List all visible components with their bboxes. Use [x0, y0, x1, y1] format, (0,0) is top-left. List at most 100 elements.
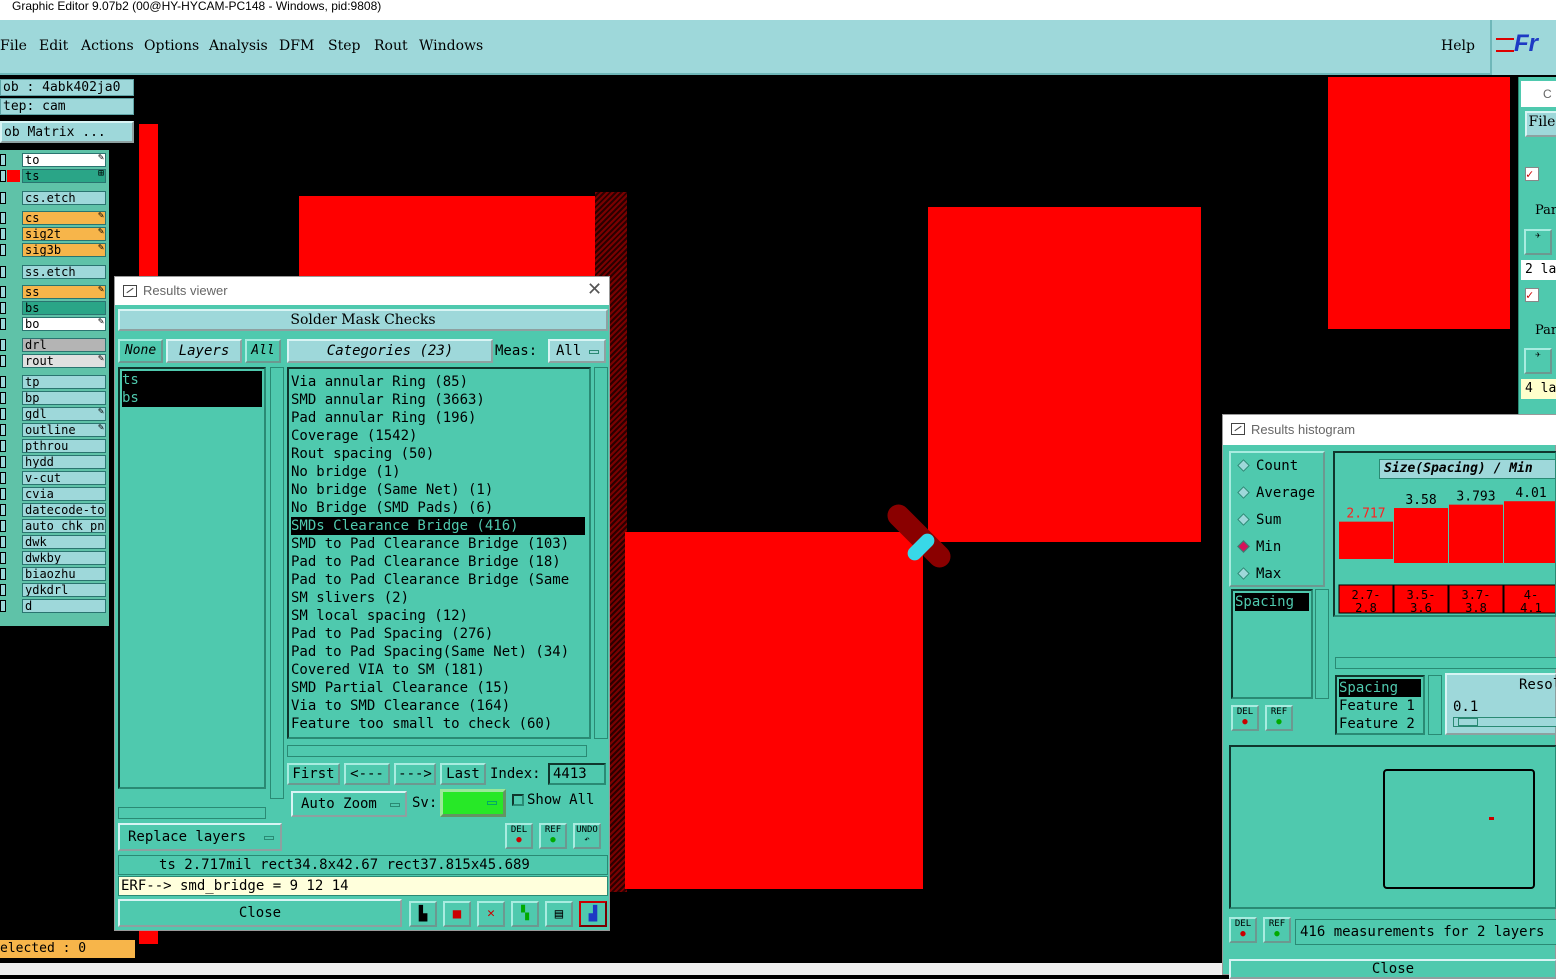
layer-checkbox[interactable] [0, 376, 6, 388]
close-button[interactable]: Close [118, 899, 402, 927]
layer-name[interactable]: d [22, 599, 106, 613]
category-item[interactable]: SMD Partial Clearance (15) [291, 679, 510, 697]
layer-name[interactable]: hydd [22, 455, 106, 469]
layer-checkbox[interactable] [0, 408, 6, 420]
mode-average[interactable]: Average [1237, 484, 1315, 502]
flag-icon[interactable]: ▙ [409, 901, 437, 927]
layer-checkbox[interactable] [0, 552, 6, 564]
layer-row-bp[interactable]: bp [0, 391, 106, 405]
stats-icon[interactable]: ▚ [511, 901, 539, 927]
menu-options[interactable]: Options [144, 38, 199, 54]
category-item[interactable]: No bridge (1) [291, 463, 401, 481]
histogram-bar[interactable] [1504, 501, 1556, 563]
layer-name[interactable]: dwkby [22, 551, 106, 565]
layer-checkbox[interactable] [0, 192, 6, 204]
layers-all-button[interactable]: All [245, 339, 281, 363]
show-all-checkbox[interactable] [512, 794, 524, 806]
layer-checkbox[interactable] [0, 266, 6, 278]
mode-sum[interactable]: Sum [1237, 511, 1281, 529]
layer-checkbox[interactable] [0, 584, 6, 596]
categories-hscrollbar[interactable] [287, 745, 587, 757]
layer-checkbox[interactable] [0, 440, 6, 452]
layer-name[interactable]: cvia [22, 487, 106, 501]
layer-name[interactable]: bs [22, 301, 106, 315]
hist-del-button[interactable]: DEL ● [1231, 705, 1259, 731]
layer-name[interactable]: cs [22, 211, 106, 225]
layer-checkbox[interactable] [0, 244, 6, 256]
histogram-icon[interactable]: ▟ [579, 901, 607, 927]
layer-item-ts[interactable]: ts [122, 371, 262, 389]
category-item[interactable]: No Bridge (SMD Pads) (6) [291, 499, 493, 517]
layer-name[interactable]: rout [22, 354, 106, 368]
layer-name[interactable]: v-cut [22, 471, 106, 485]
layer-row-tp[interactable]: tp [0, 375, 106, 389]
layer-name[interactable]: gdl [22, 407, 106, 421]
layer-row-to[interactable]: to ✎ [0, 152, 106, 167]
layer-name[interactable]: outline [22, 423, 106, 437]
field-spacing[interactable]: Spacing [1235, 593, 1309, 611]
layer-row-ydkdrl[interactable]: ydkdrl [0, 583, 106, 597]
layer-row-bo[interactable]: bo ✎ [0, 316, 106, 331]
menu-file[interactable]: File [0, 38, 27, 54]
index-input[interactable]: 4413 [548, 763, 606, 785]
layer-checkbox[interactable] [0, 212, 6, 224]
category-item[interactable]: Pad annular Ring (196) [291, 409, 476, 427]
layer-name[interactable]: ydkdrl [22, 583, 106, 597]
menu-help[interactable]: Help [1441, 38, 1475, 54]
layer-row-cs-etch[interactable]: cs.etch [0, 191, 106, 205]
del-button[interactable]: DEL ● [505, 823, 533, 849]
histogram-hscrollbar[interactable] [1335, 657, 1556, 669]
meas-dropdown[interactable]: All [548, 339, 606, 363]
layer-name[interactable]: bo [22, 317, 106, 331]
layer-checkbox[interactable] [0, 472, 6, 484]
layer-checkbox[interactable] [0, 286, 6, 298]
sort-scrollbar[interactable] [1428, 675, 1442, 735]
menu-edit[interactable]: Edit [39, 38, 68, 54]
sort-feature-2[interactable]: Feature 2 [1339, 715, 1415, 733]
checkbox-icon[interactable]: ✓ [1525, 167, 1539, 181]
categories-scrollbar[interactable] [594, 367, 608, 739]
layer-name[interactable]: auto_chk_pn [22, 519, 106, 533]
menu-analysis[interactable]: Analysis [209, 38, 268, 54]
histogram-bar[interactable] [1339, 521, 1393, 559]
last-button[interactable]: Last [440, 763, 486, 785]
category-item[interactable]: Via annular Ring (85) [291, 373, 468, 391]
replace-layers-dropdown[interactable]: Replace layers [118, 823, 282, 851]
close-icon[interactable]: ✕ [587, 279, 602, 300]
notes-icon[interactable]: ▤ [545, 901, 573, 927]
layers-hscrollbar[interactable] [118, 807, 266, 819]
field-scrollbar[interactable] [1315, 589, 1329, 699]
layer-row-outline[interactable]: outline ✎ [0, 422, 106, 437]
run-icon[interactable]: ✈ [1524, 229, 1552, 255]
layer-checkbox[interactable] [0, 355, 6, 367]
category-item[interactable]: Coverage (1542) [291, 427, 417, 445]
auto-zoom-dropdown[interactable]: Auto Zoom [291, 791, 407, 817]
layer-checkbox[interactable] [0, 536, 6, 548]
layer-checkbox[interactable] [0, 504, 6, 516]
layer-name[interactable]: ts [22, 169, 106, 183]
category-item[interactable]: Covered VIA to SM (181) [291, 661, 485, 679]
layer-item-bs[interactable]: bs [122, 389, 262, 407]
layer-row-biaozhu[interactable]: biaozhu [0, 567, 106, 581]
field-listbox[interactable]: Spacing [1231, 589, 1313, 699]
layer-row-v-cut[interactable]: v-cut [0, 471, 106, 485]
layer-checkbox[interactable] [0, 456, 6, 468]
layer-row-pthrou[interactable]: pthrou [0, 439, 106, 453]
layer-row-dwkby[interactable]: dwkby [0, 551, 106, 565]
category-item[interactable]: Pad to Pad Clearance Bridge (18) [291, 553, 561, 571]
resolution-slider[interactable] [1453, 717, 1556, 727]
hist-close-button[interactable]: Close [1229, 959, 1556, 979]
mode-max[interactable]: Max [1237, 565, 1281, 583]
layer-name[interactable]: dwk [22, 535, 106, 549]
layer-row-ss[interactable]: ss ✎ [0, 284, 106, 299]
layer-row-hydd[interactable]: hydd [0, 455, 106, 469]
layer-row-datecode-to[interactable]: datecode-to [0, 503, 106, 517]
mode-count[interactable]: Count [1237, 457, 1298, 475]
undo-button[interactable]: UNDO ↶ [573, 823, 601, 849]
category-item[interactable]: Pad to Pad Spacing (276) [291, 625, 493, 643]
cancel-ref-icon[interactable]: ✕ [477, 901, 505, 927]
hist-ref-button-2[interactable]: REF ● [1263, 917, 1291, 943]
first-button[interactable]: First [287, 763, 340, 785]
next-button[interactable]: ---> [394, 763, 436, 785]
resolution-slider-thumb[interactable] [1458, 718, 1478, 726]
